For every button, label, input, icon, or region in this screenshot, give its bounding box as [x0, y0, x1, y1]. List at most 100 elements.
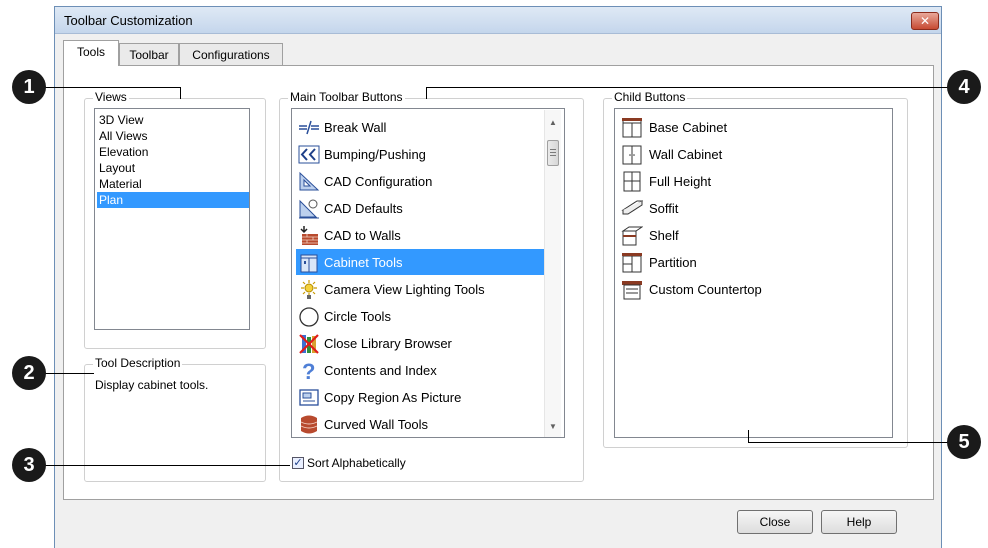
callout-3-leader	[40, 465, 290, 466]
main-item-label: Bumping/Pushing	[324, 147, 426, 162]
circle-tools-icon	[299, 307, 319, 327]
partition-icon	[622, 253, 642, 273]
soffit-icon	[621, 200, 643, 215]
callout-3: 3	[12, 448, 46, 482]
callout-2: 2	[12, 356, 46, 390]
callout-4: 4	[947, 70, 981, 104]
break-wall-icon	[299, 120, 319, 135]
callout-5-leader	[748, 442, 964, 443]
callout-1-leader-tick	[180, 87, 181, 99]
child-item-base-cabinet[interactable]: Base Cabinet	[619, 114, 869, 140]
main-item-close-library[interactable]: Close Library Browser	[296, 330, 544, 356]
views-item-all-views[interactable]: All Views	[97, 128, 249, 144]
views-item-material[interactable]: Material	[97, 176, 249, 192]
child-item-full-height[interactable]: Full Height	[619, 168, 869, 194]
main-item-cad-defaults[interactable]: CAD Defaults	[296, 195, 544, 221]
child-item-label: Partition	[649, 255, 697, 270]
sort-alphabetically-checkbox[interactable]: ✓	[292, 457, 304, 469]
child-item-shelf[interactable]: Shelf	[619, 222, 869, 248]
main-item-label: CAD to Walls	[324, 228, 401, 243]
main-toolbar-listbox[interactable]: Break Wall Bumping/Pushing CAD Configura…	[291, 108, 565, 438]
child-item-wall-cabinet[interactable]: Wall Cabinet	[619, 141, 869, 167]
child-item-label: Base Cabinet	[649, 120, 728, 135]
callout-4-leader	[426, 87, 964, 88]
views-listbox[interactable]: 3D View All Views Elevation Layout Mater…	[94, 108, 250, 330]
main-item-copy-region[interactable]: Copy Region As Picture	[296, 384, 544, 410]
main-item-label: CAD Configuration	[324, 174, 433, 189]
main-item-contents-index[interactable]: ? Contents and Index	[296, 357, 544, 383]
callout-2-leader	[40, 373, 94, 374]
callout-5: 5	[947, 425, 981, 459]
main-toolbar-scrollbar[interactable]: ▲ ▼	[544, 110, 561, 437]
curved-wall-icon	[300, 415, 318, 434]
tab-toolbar[interactable]: Toolbar	[119, 43, 179, 65]
child-item-label: Full Height	[649, 174, 712, 189]
tab-configurations[interactable]: Configurations	[179, 43, 283, 65]
help-question-icon: ?	[302, 360, 315, 381]
main-item-label: Camera View Lighting Tools	[324, 282, 485, 297]
callout-4-leader-tick	[426, 87, 427, 99]
bumping-pushing-icon	[298, 145, 320, 164]
svg-text:?: ?	[302, 360, 315, 381]
tool-description-label: Tool Description	[93, 356, 183, 370]
child-buttons-label: Child Buttons	[612, 90, 688, 104]
main-item-label: Break Wall	[324, 120, 387, 135]
help-button[interactable]: Help	[821, 510, 897, 534]
main-item-label: Curved Wall Tools	[324, 417, 429, 432]
views-item-plan[interactable]: Plan	[97, 192, 249, 208]
window-title: Toolbar Customization	[64, 13, 193, 28]
main-item-label: Circle Tools	[324, 309, 391, 324]
scroll-thumb[interactable]	[547, 140, 559, 166]
cad-to-walls-icon	[300, 226, 318, 245]
close-library-icon	[299, 334, 319, 354]
main-item-cad-to-walls[interactable]: CAD to Walls	[296, 222, 544, 248]
views-item-elevation[interactable]: Elevation	[97, 144, 249, 160]
wall-cabinet-icon	[622, 145, 642, 165]
scroll-up-arrow-icon[interactable]: ▲	[545, 114, 561, 131]
main-item-curved-wall[interactable]: Curved Wall Tools	[296, 411, 544, 437]
main-item-circle-tools[interactable]: Circle Tools	[296, 303, 544, 329]
cad-defaults-icon	[299, 199, 319, 219]
views-group-label: Views	[93, 90, 129, 104]
main-item-label: Copy Region As Picture	[324, 390, 462, 405]
main-item-label: Contents and Index	[324, 363, 437, 378]
main-item-cad-configuration[interactable]: CAD Configuration	[296, 168, 544, 194]
main-item-break-wall[interactable]: Break Wall	[296, 114, 544, 140]
child-item-soffit[interactable]: Soffit	[619, 195, 869, 221]
main-item-label: CAD Defaults	[324, 201, 403, 216]
views-item-3d-view[interactable]: 3D View	[97, 112, 249, 128]
child-item-label: Wall Cabinet	[649, 147, 723, 162]
grip-line	[550, 155, 556, 156]
close-button[interactable]: Close	[737, 510, 813, 534]
main-item-label: Cabinet Tools	[324, 255, 403, 270]
main-item-label: Close Library Browser	[324, 336, 452, 351]
sort-alphabetically-label[interactable]: Sort Alphabetically	[307, 456, 406, 470]
child-buttons-listbox[interactable]: Base Cabinet Wall Cabinet Full Height So…	[614, 108, 893, 438]
grip-line	[550, 152, 556, 153]
views-item-layout[interactable]: Layout	[97, 160, 249, 176]
camera-lighting-icon	[301, 280, 317, 299]
child-item-label: Shelf	[649, 228, 679, 243]
scroll-down-arrow-icon[interactable]: ▼	[545, 418, 561, 435]
window-close-button[interactable]: ✕	[911, 12, 939, 30]
callout-1: 1	[12, 70, 46, 104]
child-item-partition[interactable]: Partition	[619, 249, 869, 275]
copy-region-icon	[299, 389, 319, 406]
full-height-cabinet-icon	[623, 171, 641, 192]
main-toolbar-buttons-label: Main Toolbar Buttons	[288, 90, 405, 104]
tool-description-text: Display cabinet tools.	[95, 378, 209, 392]
child-item-label: Soffit	[649, 201, 679, 216]
cad-configuration-icon	[299, 171, 320, 191]
callout-5-leader-tick	[748, 430, 749, 442]
shelf-icon	[621, 226, 643, 246]
main-item-bumping-pushing[interactable]: Bumping/Pushing	[296, 141, 544, 167]
countertop-icon	[622, 281, 642, 300]
title-bar: Toolbar Customization ✕	[55, 7, 941, 34]
main-item-camera-lighting[interactable]: Camera View Lighting Tools	[296, 276, 544, 302]
child-item-custom-countertop[interactable]: Custom Countertop	[619, 276, 869, 302]
child-item-label: Custom Countertop	[649, 282, 762, 297]
base-cabinet-icon	[622, 118, 642, 138]
tab-tools[interactable]: Tools	[63, 40, 119, 66]
main-item-cabinet-tools[interactable]: Cabinet Tools	[296, 249, 544, 275]
cabinet-tools-icon	[300, 254, 318, 273]
